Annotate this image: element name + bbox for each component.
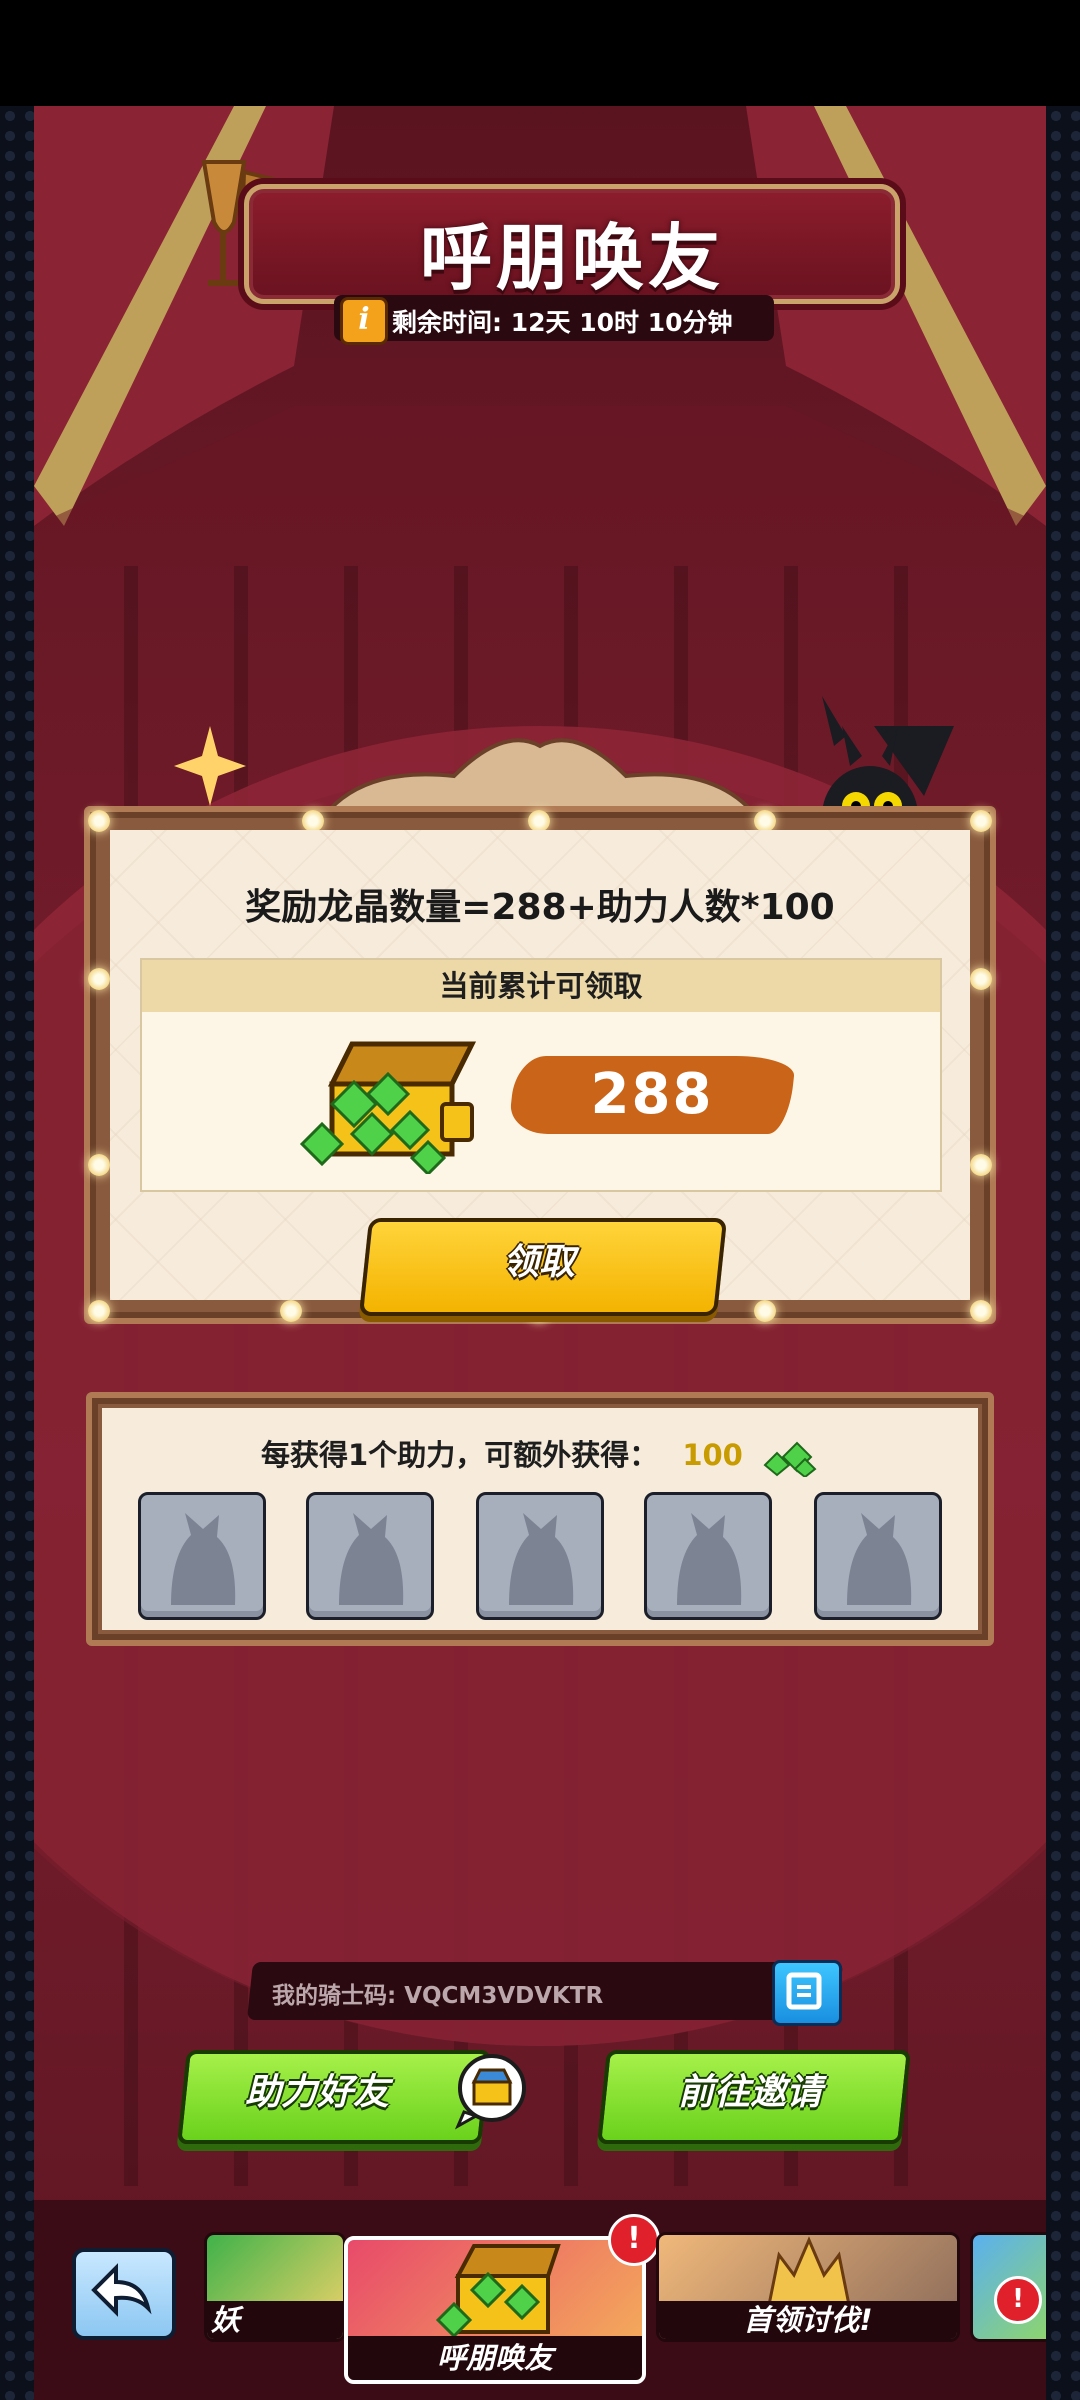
bonus-amount: 100 — [682, 1438, 743, 1472]
remaining-time: 剩余时间: 12天 10时 10分钟 — [392, 308, 733, 337]
nav-tab-label-2: 呼朋唤友 — [348, 2336, 642, 2380]
copy-icon — [786, 1972, 822, 2010]
bonus-text: 每获得1个助力，可额外获得： — [261, 1438, 659, 1472]
nav-tab-label-1: 妖 — [207, 2301, 343, 2339]
boss-icon — [767, 2236, 851, 2305]
info-icon[interactable]: i — [340, 297, 388, 345]
helper-slot-1[interactable] — [138, 1492, 266, 1620]
alert-icon: ! — [608, 2214, 660, 2266]
event-title: 呼朋唤友 — [419, 216, 724, 300]
knight-code: 我的骑士码: VQCM3VDVKTR — [272, 1983, 604, 2009]
helper-slot-5[interactable] — [814, 1492, 942, 1620]
avatar-placeholder-icon — [171, 1513, 236, 1605]
reward-formula: 奖励龙晶数量=288+助力人数*100 — [245, 887, 835, 928]
reward-scroll: 当前累计可领取 288 — [140, 958, 942, 1192]
back-arrow-icon — [91, 2263, 152, 2317]
title-banner: 呼朋唤友 — [244, 184, 900, 304]
help-friend-label[interactable]: 助力好友 — [182, 2050, 452, 2136]
helper-slot-2[interactable] — [306, 1492, 434, 1620]
avatar-placeholder-icon — [677, 1513, 742, 1605]
avatar-placeholder-icon — [509, 1513, 574, 1605]
timer-bar: i 剩余时间: 12天 10时 10分钟 — [334, 295, 774, 345]
chest-icon — [454, 2054, 526, 2130]
left-border — [0, 106, 34, 2400]
claim-button-label[interactable]: 领取 — [364, 1218, 714, 1308]
nav-tab-1[interactable]: 妖 — [204, 2232, 346, 2342]
gem-icon — [763, 1441, 817, 1479]
right-border — [1046, 106, 1080, 2400]
helper-slot-4[interactable] — [644, 1492, 772, 1620]
bonus-row: 每获得1个助力，可额外获得： 100 — [102, 1432, 978, 1479]
game-stage: 呼朋唤友 i 剩余时间: 12天 10时 10分钟 奖励龙晶数量=288+助力人… — [34, 106, 1046, 2400]
copy-button[interactable] — [772, 1960, 842, 2026]
reward-board-inner: 奖励龙晶数量=288+助力人数*100 当前累计可领取 288 领取 — [110, 830, 970, 1316]
bonus-panel: 每获得1个助力，可额外获得： 100 — [86, 1392, 994, 1646]
avatar-placeholder-icon — [339, 1513, 404, 1605]
reward-amount: 288 — [590, 1062, 714, 1127]
reward-board: 奖励龙晶数量=288+助力人数*100 当前累计可领取 288 领取 — [84, 806, 996, 1324]
reward-header: 当前累计可领取 — [142, 960, 940, 1012]
gem-chest-icon — [299, 1041, 477, 1174]
helper-slot-3[interactable] — [476, 1492, 604, 1620]
nav-tab-3[interactable]: 首领讨伐! — [656, 2232, 960, 2342]
avatar-placeholder-icon — [847, 1513, 912, 1605]
gem-chest-icon — [435, 2244, 561, 2338]
back-button[interactable] — [72, 2248, 176, 2340]
alert-icon: ! — [994, 2276, 1042, 2324]
nav-tab-label-3: 首领讨伐! — [659, 2301, 957, 2339]
nav-tab-2[interactable]: 呼朋唤友 — [344, 2236, 646, 2384]
go-invite-label[interactable]: 前往邀请 — [602, 2050, 898, 2136]
bonus-panel-inner: 每获得1个助力，可额外获得： 100 — [102, 1408, 978, 1630]
